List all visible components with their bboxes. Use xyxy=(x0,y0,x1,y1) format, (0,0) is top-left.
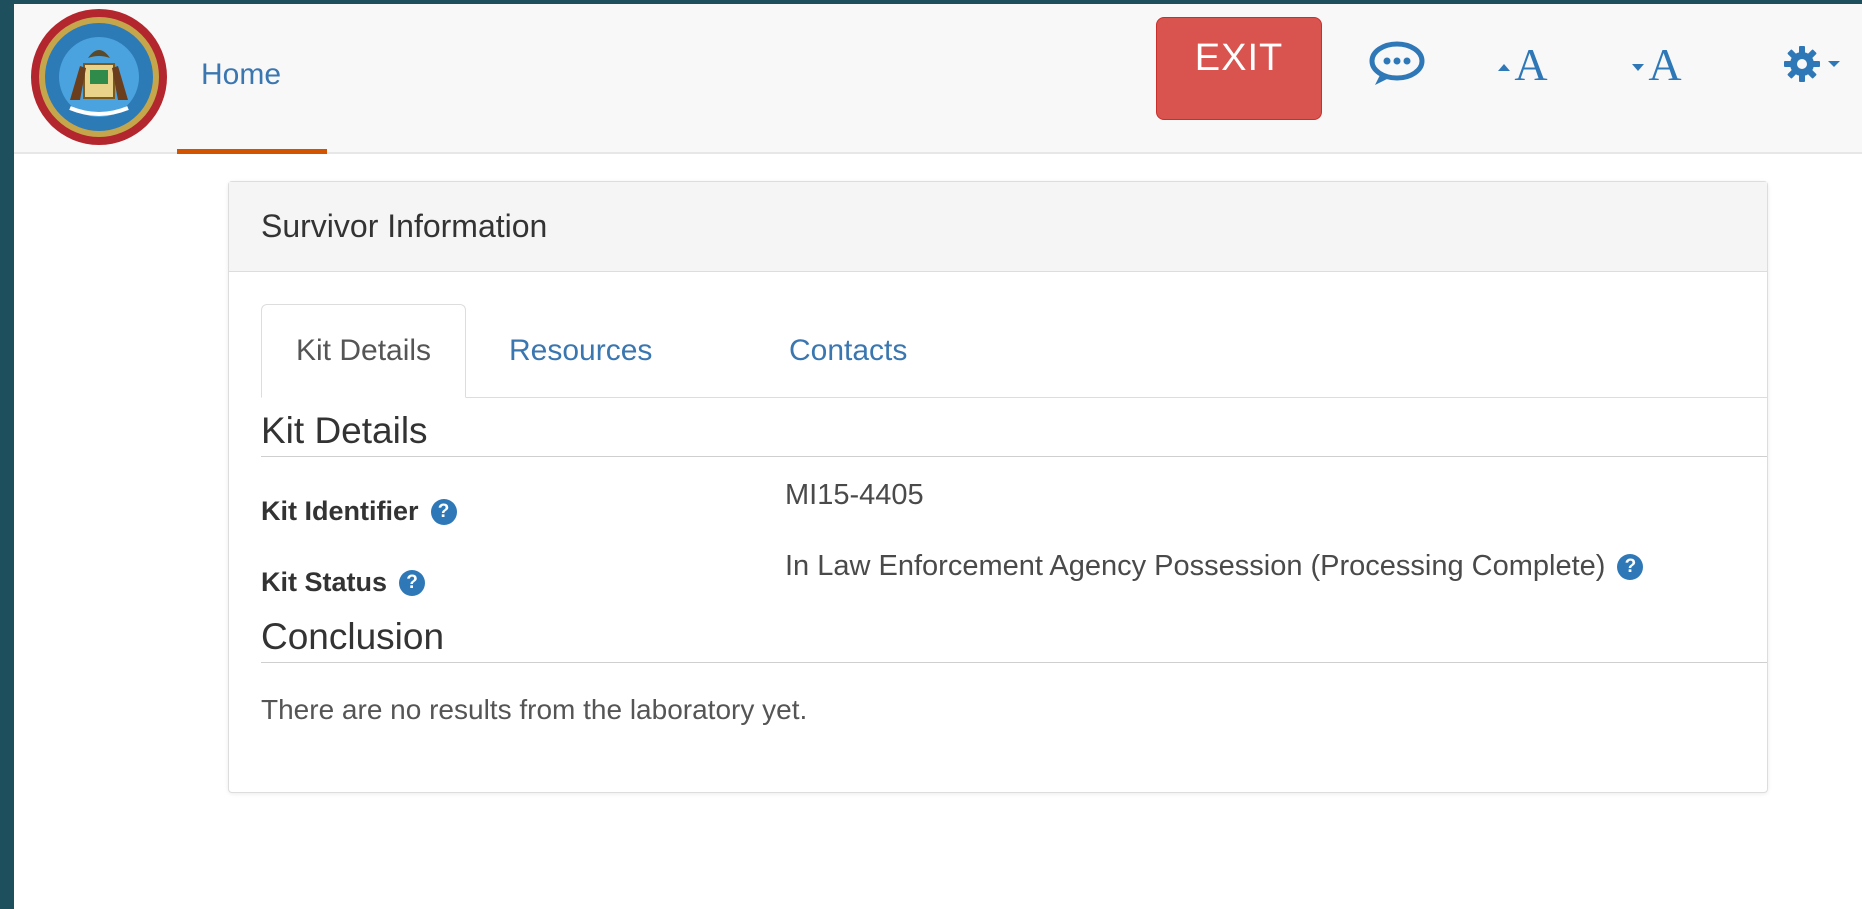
tab-contacts[interactable]: Contacts xyxy=(789,304,907,397)
kit-identifier-label: Kit Identifier xyxy=(261,496,419,526)
gear-icon xyxy=(1784,46,1820,82)
tab-resources[interactable]: Resources xyxy=(509,304,652,397)
tab-label: Contacts xyxy=(789,333,908,367)
font-increase-label: A xyxy=(1514,38,1548,90)
chat-icon xyxy=(1369,41,1425,85)
font-decrease-label: A xyxy=(1648,38,1682,90)
exit-button[interactable]: EXIT xyxy=(1156,17,1322,120)
kit-identifier-label-row: Kit Identifier ? xyxy=(261,496,457,527)
font-decrease-button[interactable]: A xyxy=(1622,34,1692,94)
kit-identifier-text: MI15-4405 xyxy=(785,479,924,511)
chevron-down-icon xyxy=(1828,61,1840,67)
font-increase-button[interactable]: A xyxy=(1488,34,1558,94)
top-navbar: Home EXIT A A xyxy=(14,4,1862,154)
kit-details-heading: Kit Details xyxy=(261,410,1767,457)
kit-status-value: In Law Enforcement Agency Possession (Pr… xyxy=(785,550,1644,583)
help-icon[interactable]: ? xyxy=(1617,553,1644,580)
tab-label: Resources xyxy=(509,333,653,367)
chat-button[interactable] xyxy=(1362,34,1432,94)
settings-dropdown[interactable] xyxy=(1772,34,1852,94)
panel-heading: Survivor Information xyxy=(229,182,1767,272)
tab-kit-details[interactable]: Kit Details xyxy=(261,304,467,398)
kit-status-label-row: Kit Status ? xyxy=(261,567,426,598)
font-decrease-icon xyxy=(1632,63,1645,71)
help-icon[interactable]: ? xyxy=(399,569,426,596)
app-screen: Home EXIT A A Survivor Information Kit D… xyxy=(14,4,1862,909)
exit-button-label: EXIT xyxy=(1194,37,1284,79)
survivor-info-panel: Survivor Information Kit Details Resourc… xyxy=(228,181,1768,793)
kit-status-text: In Law Enforcement Agency Possession (Pr… xyxy=(785,550,1606,582)
tab-label: Kit Details xyxy=(296,334,432,367)
conclusion-text: There are no results from the laboratory… xyxy=(261,694,808,725)
state-seal-logo xyxy=(31,9,167,145)
conclusion-heading: Conclusion xyxy=(261,616,1767,663)
nav-home-link[interactable]: Home xyxy=(177,4,327,154)
help-icon[interactable]: ? xyxy=(430,498,457,525)
font-increase-icon xyxy=(1498,63,1511,71)
kit-identifier-value: MI15-4405 xyxy=(785,479,924,512)
kit-status-label: Kit Status xyxy=(261,567,388,597)
tab-bar: Kit Details Resources Contacts xyxy=(261,304,1767,398)
nav-home-label: Home xyxy=(201,57,282,91)
